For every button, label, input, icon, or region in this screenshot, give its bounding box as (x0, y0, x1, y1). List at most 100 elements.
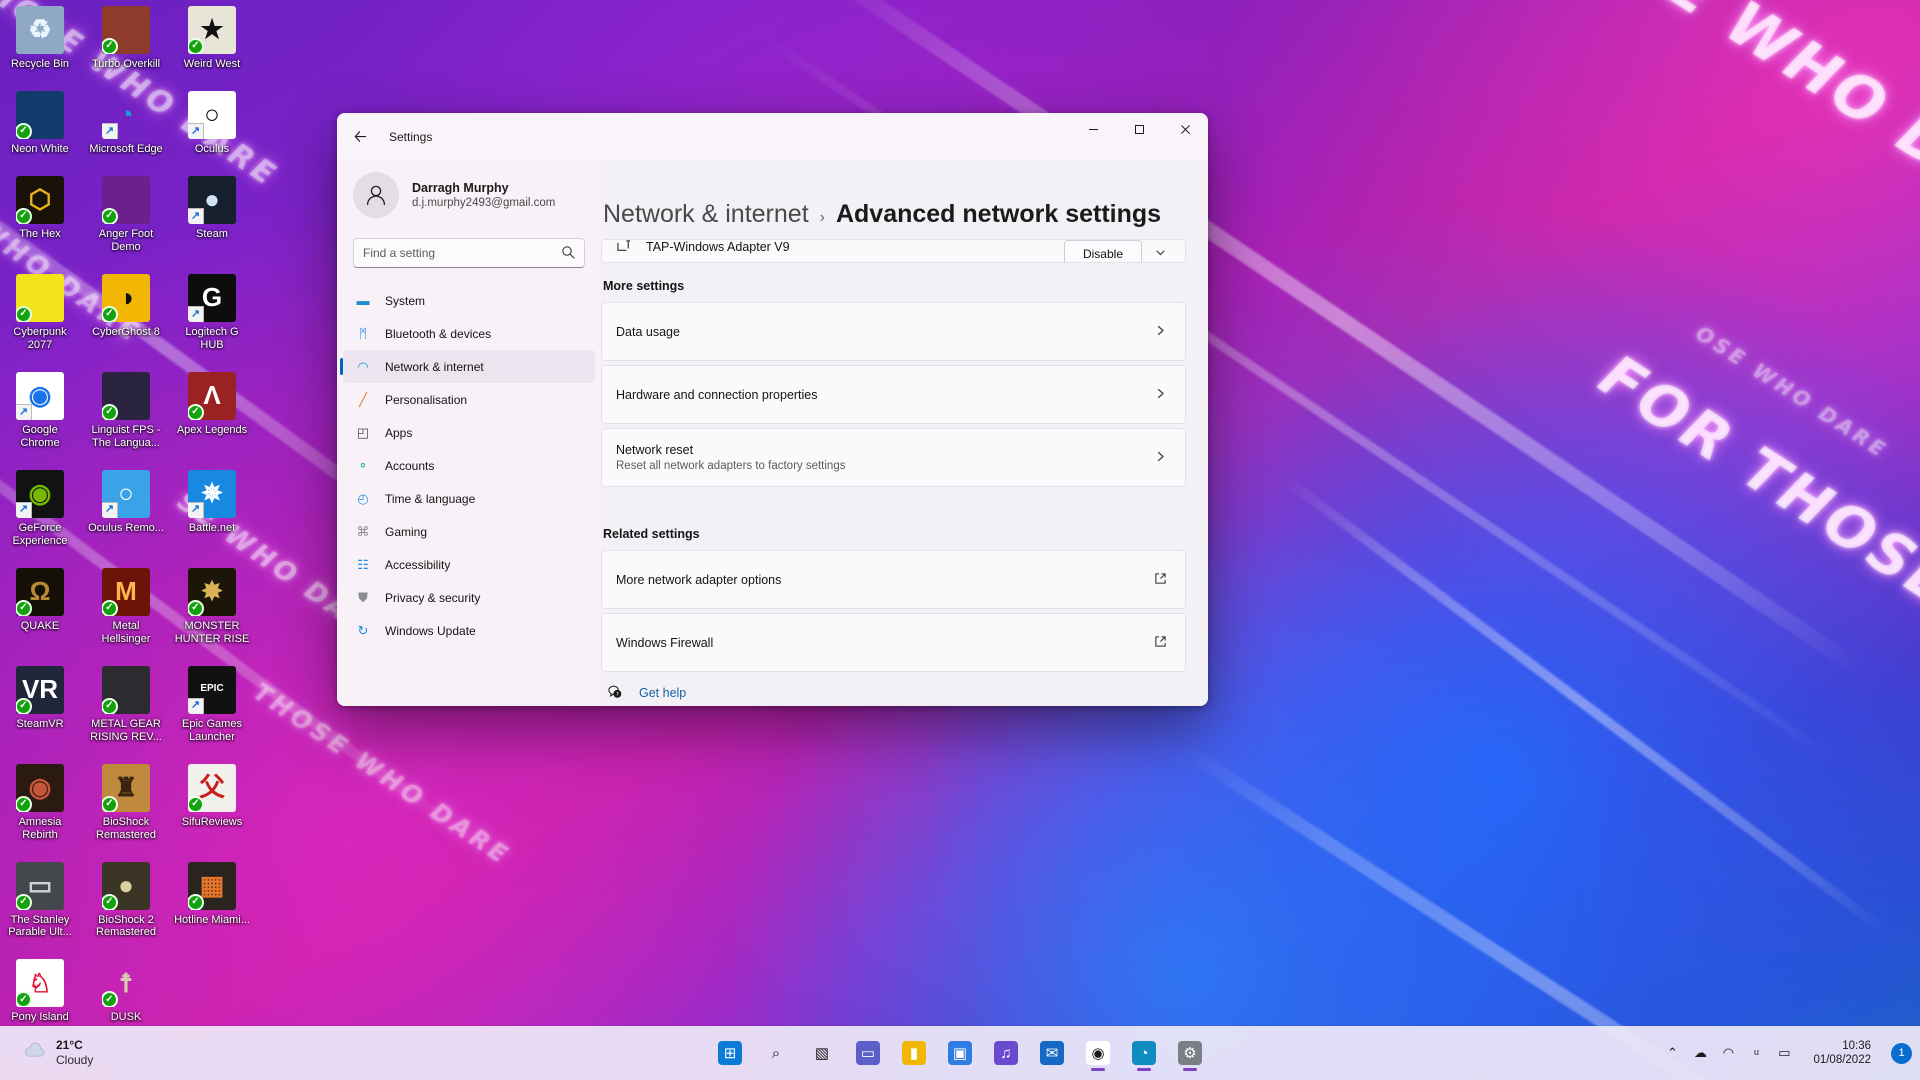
external-link-icon[interactable] (1154, 572, 1167, 588)
game-bioshock-remastered-icon: ♜ ✓ (102, 763, 150, 812)
desktop-icon[interactable]: Λ ✓ Apex Legends (174, 371, 250, 450)
desktop-icon[interactable]: ◉ ↗ Google Chrome (2, 371, 78, 450)
microsoft-store-button[interactable]: ▣ (940, 1033, 980, 1073)
show-hidden-icons[interactable]: ⌃ (1659, 1036, 1685, 1070)
settings-button[interactable]: ⚙ (1170, 1033, 1210, 1073)
clock[interactable]: 10:36 01/08/2022 (1805, 1035, 1879, 1071)
desktop-icon[interactable]: ● ↗ Steam (174, 175, 250, 254)
breadcrumb-parent[interactable]: Network & internet (603, 200, 809, 229)
sidebar-item-gaming[interactable]: ⌘ Gaming (343, 515, 595, 548)
sidebar-item-personalisation[interactable]: ╱ Personalisation (343, 383, 595, 416)
sidebar-item-apps[interactable]: ◰ Apps (343, 416, 595, 449)
desktop-icon-label: Oculus (194, 142, 230, 155)
shortcut-verified-badge-icon: ✓ (102, 991, 118, 1008)
network-tray-icon[interactable]: ◠ (1715, 1036, 1741, 1070)
shortcut-verified-badge-icon: ✓ (102, 599, 118, 616)
mail-button[interactable]: ✉ (1032, 1033, 1072, 1073)
search-button[interactable]: ⌕ (756, 1033, 796, 1073)
sidebar-item-label: Network & internet (385, 359, 484, 374)
setting-row-windows-firewall[interactable]: Windows Firewall (601, 613, 1186, 672)
chevron-right-icon[interactable] (1154, 387, 1167, 403)
desktop-icon[interactable]: EPIC ↗ Epic Games Launcher (174, 665, 250, 744)
desktop-icon[interactable]: ♘ ✓ Pony Island (2, 959, 78, 1024)
desktop-icon[interactable]: ♻ Recycle Bin (2, 6, 78, 71)
chevron-down-icon[interactable] (1154, 246, 1167, 262)
battery-tray-icon[interactable]: ▭ (1771, 1036, 1797, 1070)
sidebar-item-accessibility[interactable]: ☷ Accessibility (343, 548, 595, 581)
desktop-icon[interactable]: ✓ Cyberpunk 2077 (2, 273, 78, 352)
desktop-icon[interactable]: ✓ METAL GEAR RISING REV... (88, 665, 164, 744)
file-explorer-button[interactable]: ▮ (894, 1033, 934, 1073)
adapter-row-tap-windows[interactable]: TAP-Windows Adapter V9 Disable (601, 239, 1186, 263)
sidebar-item-bluetooth-devices[interactable]: ᛗ Bluetooth & devices (343, 317, 595, 350)
setting-row-hardware-and-connection-properties[interactable]: Hardware and connection properties (601, 365, 1186, 424)
chrome-button[interactable]: ◉ (1078, 1033, 1118, 1073)
desktop-icon[interactable]: ● ✓ BioShock 2 Remastered (88, 861, 164, 940)
desktop-icon[interactable]: ✓ Anger Foot Demo (88, 175, 164, 254)
back-button[interactable] (343, 122, 377, 152)
weather-widget[interactable]: 21°C Cloudy (14, 1034, 101, 1072)
minimize-button[interactable] (1070, 113, 1116, 145)
desktop-icon[interactable]: ◑ ✓ CyberGhost 8 (88, 273, 164, 352)
desktop-icon[interactable]: Ω ✓ QUAKE (2, 567, 78, 646)
chevron-right-icon[interactable] (1154, 450, 1167, 466)
sidebar-item-time-language[interactable]: ◴ Time & language (343, 482, 595, 515)
start-button[interactable]: ⊞ (710, 1033, 750, 1073)
chevron-right-icon[interactable] (1154, 324, 1167, 340)
sidebar-item-accounts[interactable]: ⚬ Accounts (343, 449, 595, 482)
notification-badge[interactable]: 1 (1891, 1042, 1912, 1064)
chat-button[interactable]: ▭ (848, 1033, 888, 1073)
sidebar-item-network-internet[interactable]: ◠ Network & internet (340, 350, 595, 383)
desktop-icon[interactable]: ○ ↗ Oculus (174, 90, 250, 156)
sidebar-item-label: Time & language (385, 491, 476, 506)
desktop-icon[interactable]: ✵ ↗ Battle.net (174, 469, 250, 548)
desktop-icon-label: Metal Hellsinger (101, 619, 151, 645)
sidebar-item-system[interactable]: ▬ System (343, 284, 595, 317)
desktop-icon[interactable]: ▦ ✓ Hotline Miami... (174, 861, 250, 940)
desktop-icon[interactable]: ⬡ ✓ The Hex (2, 175, 78, 254)
desktop-icon[interactable]: ✓ Turbo Overkill (88, 6, 164, 71)
clock-time: 10:36 (1842, 1039, 1871, 1052)
desktop-icon[interactable]: ▭ ✓ The Stanley Parable Ult... (2, 861, 78, 940)
settings-window[interactable]: Settings Darragh Murphy d.j.murphy2493@g… (337, 113, 1208, 706)
external-link-icon[interactable] (1154, 635, 1167, 651)
desktop-icon[interactable]: 父 ✓ SifuReviews (174, 763, 250, 842)
sidebar-item-windows-update[interactable]: ↻ Windows Update (343, 614, 595, 647)
volume-tray-icon[interactable]: ᵘ (1743, 1036, 1769, 1070)
desktop-icon-label: Oculus Remo... (88, 521, 164, 534)
edge-button[interactable]: ◔ (1124, 1033, 1164, 1073)
desktop-icon[interactable]: ★ ✓ Weird West (174, 6, 250, 71)
desktop-icon[interactable]: ✓ Neon White (2, 90, 78, 156)
setting-row-network-reset[interactable]: Network reset Reset all network adapters … (601, 428, 1186, 487)
desktop-icon[interactable]: G ↗ Logitech G HUB (174, 273, 250, 352)
related-settings-list: More network adapter options Windows Fire… (601, 550, 1186, 672)
onedrive-tray-icon[interactable]: ☁ (1687, 1036, 1713, 1070)
desktop-icon[interactable]: ○ ↗ Oculus Remo... (88, 469, 164, 548)
maximize-button[interactable] (1116, 113, 1162, 145)
desktop-icon-label: Recycle Bin (10, 58, 70, 70)
account-card[interactable]: Darragh Murphy d.j.murphy2493@gmail.com (337, 160, 601, 226)
desktop-icon[interactable]: M ✓ Metal Hellsinger (88, 567, 164, 646)
desktop-icon[interactable]: ☨ ✓ DUSK (88, 959, 164, 1024)
media-player-button[interactable]: ♫ (986, 1033, 1026, 1073)
search-input[interactable] (363, 246, 561, 260)
shortcut-arrow-badge-icon: ↗ (188, 122, 204, 139)
desktop-icon[interactable]: ◉ ↗ GeForce Experience (2, 469, 78, 548)
desktop-icon[interactable]: ✓ Linguist FPS - The Langua... (88, 371, 164, 450)
disable-adapter-button[interactable]: Disable (1063, 240, 1142, 262)
get-help-link[interactable]: ? Get help (605, 684, 1186, 702)
close-button[interactable] (1162, 113, 1208, 145)
search-box[interactable] (353, 238, 585, 268)
desktop-icon[interactable]: ◔ ↗ Microsoft Edge (88, 91, 164, 156)
desktop-icon[interactable]: VR ✓ SteamVR (2, 665, 78, 744)
task-view-button[interactable]: ▧ (802, 1033, 842, 1073)
sidebar-item-privacy-security[interactable]: ⛊ Privacy & security (343, 581, 595, 614)
setting-row-more-network-adapter-options[interactable]: More network adapter options (601, 550, 1186, 609)
desktop-icon[interactable]: ✸ ✓ MONSTER HUNTER RISE (174, 567, 250, 646)
desktop-icon[interactable]: ♜ ✓ BioShock Remastered (88, 763, 164, 842)
settings-scroll-area[interactable]: TAP-Windows Adapter V9 Disable More sett… (601, 239, 1208, 706)
desktop-icon[interactable]: ◉ ✓ Amnesia Rebirth (2, 763, 78, 842)
game-the-hex-icon: ⬡ ✓ (16, 175, 64, 224)
setting-row-data-usage[interactable]: Data usage (601, 302, 1186, 361)
desktop[interactable]: FOR THOSE WHO DARE FOR THOSE WHO DARE TH… (0, 0, 1920, 1080)
